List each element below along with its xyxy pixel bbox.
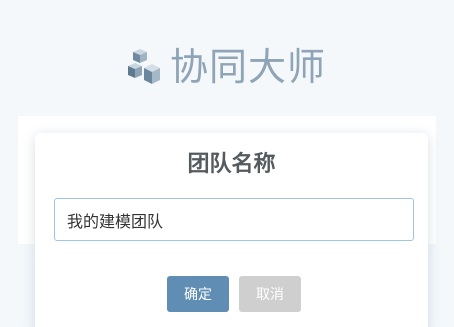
cube-stack-icon (128, 49, 160, 84)
cancel-button[interactable]: 取消 (239, 276, 301, 312)
dialog-title: 团队名称 (187, 152, 276, 177)
confirm-button[interactable]: 确定 (167, 276, 229, 312)
team-name-dialog: 团队名称 确定 取消 (35, 133, 428, 327)
team-name-input[interactable] (54, 198, 414, 241)
brand-header: 协同大师 (126, 44, 326, 90)
app-stage: 协同大师 团队名称 确定 取消 (0, 0, 454, 327)
app-title: 协同大师 (170, 45, 327, 89)
